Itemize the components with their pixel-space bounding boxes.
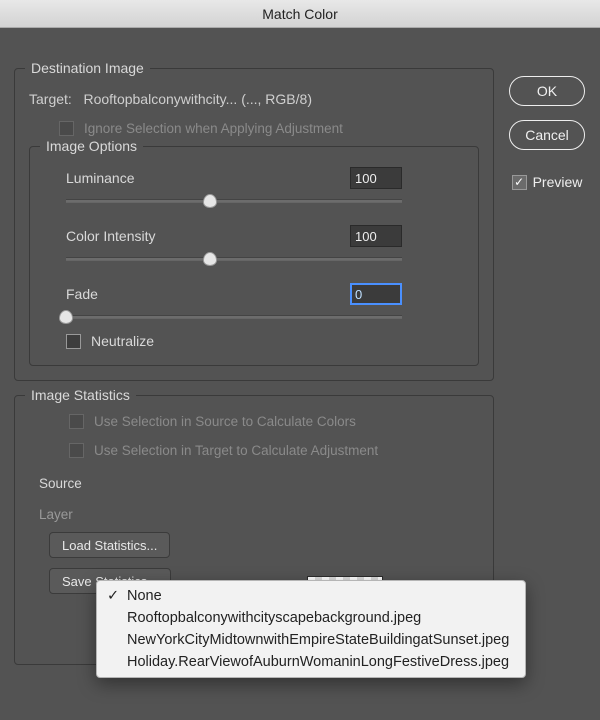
dialog-body: OK Cancel Preview Destination Image Targ…	[0, 28, 600, 720]
luminance-input[interactable]	[350, 167, 402, 189]
destination-image-group: Destination Image Target: Rooftopbalcony…	[14, 68, 494, 381]
ignore-selection-label: Ignore Selection when Applying Adjustmen…	[84, 121, 343, 136]
source-label: Source	[39, 476, 82, 491]
luminance-row: Luminance	[46, 167, 462, 203]
image-options-group: Image Options Luminance Color Intensity	[29, 146, 479, 366]
dialog-titlebar: Match Color	[0, 0, 600, 28]
fade-input[interactable]	[350, 283, 402, 305]
cancel-button[interactable]: Cancel	[509, 120, 585, 150]
source-dropdown-popup[interactable]: None Rooftopbalconywithcityscapebackgrou…	[96, 580, 526, 678]
source-row: Source	[39, 476, 479, 491]
preview-label: Preview	[533, 174, 583, 190]
neutralize-row[interactable]: Neutralize	[66, 333, 462, 349]
source-option-3[interactable]: Holiday.RearViewofAuburnWomaninLongFesti…	[97, 651, 525, 673]
target-value: Rooftopbalconywithcity... (..., RGB/8)	[83, 91, 312, 107]
color-intensity-input[interactable]	[350, 225, 402, 247]
color-intensity-row: Color Intensity	[46, 225, 462, 261]
ignore-selection-row: Ignore Selection when Applying Adjustmen…	[59, 121, 479, 136]
fade-label: Fade	[66, 286, 98, 302]
dialog-title: Match Color	[262, 6, 337, 22]
ok-button[interactable]: OK	[509, 76, 585, 106]
source-option-none[interactable]: None	[97, 585, 525, 607]
preview-checkbox-row[interactable]: Preview	[512, 174, 583, 190]
layer-label: Layer	[39, 507, 73, 522]
target-label: Target:	[29, 91, 72, 107]
use-selection-target-row: Use Selection in Target to Calculate Adj…	[69, 443, 479, 458]
fade-thumb[interactable]	[59, 310, 73, 324]
layer-row: Layer	[39, 507, 479, 522]
use-selection-source-checkbox	[69, 414, 84, 429]
ignore-selection-checkbox	[59, 121, 74, 136]
source-option-1[interactable]: Rooftopbalconywithcityscapebackground.jp…	[97, 607, 525, 629]
neutralize-checkbox[interactable]	[66, 334, 81, 349]
image-statistics-title: Image Statistics	[25, 387, 136, 403]
color-intensity-slider[interactable]	[66, 257, 402, 261]
luminance-label: Luminance	[66, 170, 135, 186]
luminance-thumb[interactable]	[203, 194, 217, 208]
fade-slider[interactable]	[66, 315, 402, 319]
color-intensity-label: Color Intensity	[66, 228, 155, 244]
preview-checkbox[interactable]	[512, 175, 527, 190]
right-button-column: OK Cancel Preview	[508, 76, 586, 190]
use-selection-source-label: Use Selection in Source to Calculate Col…	[94, 414, 356, 429]
image-options-title: Image Options	[40, 138, 143, 154]
neutralize-label: Neutralize	[91, 333, 154, 349]
use-selection-target-label: Use Selection in Target to Calculate Adj…	[94, 443, 378, 458]
source-option-2[interactable]: NewYorkCityMidtownwithEmpireStateBuildin…	[97, 629, 525, 651]
use-selection-target-checkbox	[69, 443, 84, 458]
luminance-slider[interactable]	[66, 199, 402, 203]
use-selection-source-row: Use Selection in Source to Calculate Col…	[69, 414, 479, 429]
target-row: Target: Rooftopbalconywithcity... (..., …	[29, 91, 479, 107]
load-statistics-button[interactable]: Load Statistics...	[49, 532, 170, 558]
destination-image-title: Destination Image	[25, 60, 150, 76]
fade-row: Fade	[46, 283, 462, 319]
color-intensity-thumb[interactable]	[203, 252, 217, 266]
